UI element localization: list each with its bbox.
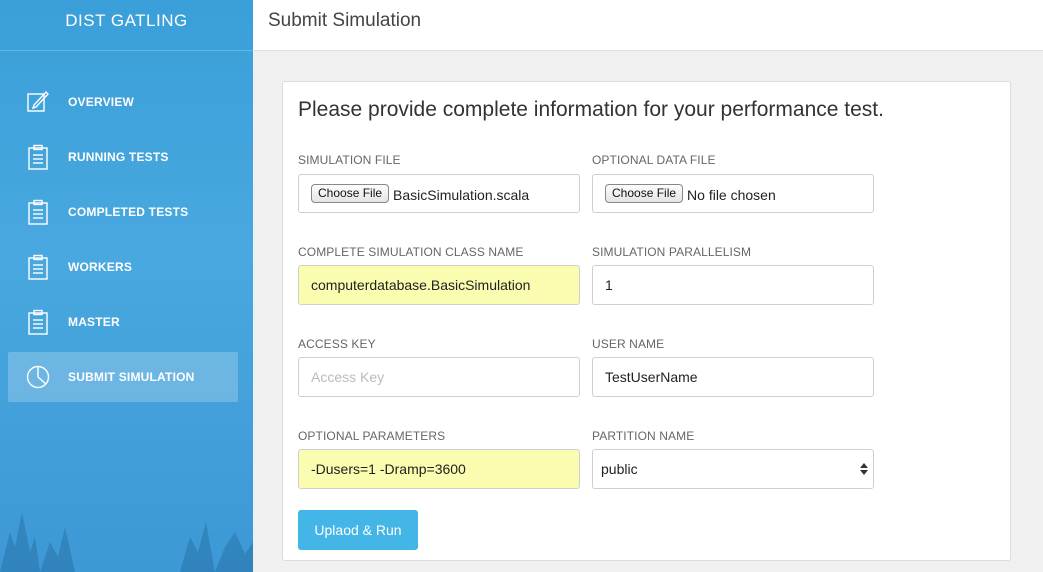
access-key-label: ACCESS KEY — [298, 337, 376, 351]
form-heading: Please provide complete information for … — [298, 98, 884, 121]
sidebar-item-label: SUBMIT SIMULATION — [68, 370, 195, 384]
simulation-file-label: SIMULATION FILE — [298, 153, 401, 167]
access-key-input[interactable]: Access Key — [298, 357, 580, 397]
sidebar-item-label: COMPLETED TESTS — [68, 205, 189, 219]
edit-icon — [27, 90, 49, 112]
clipboard-icon — [28, 199, 48, 225]
data-file-name: No file chosen — [687, 187, 776, 204]
class-name-input[interactable]: computerdatabase.BasicSimulation — [298, 265, 580, 305]
partition-selected-value: public — [601, 461, 638, 477]
partition-select[interactable]: public — [592, 449, 874, 489]
data-file-input[interactable]: Choose File No file chosen — [592, 174, 874, 213]
user-name-input[interactable]: TestUserName — [592, 357, 874, 397]
parameters-label: OPTIONAL PARAMETERS — [298, 429, 446, 443]
sidebar-item-label: RUNNING TESTS — [68, 150, 169, 164]
parallelism-label: SIMULATION PARALLELISM — [592, 245, 752, 259]
select-arrows-icon — [860, 463, 868, 475]
simulation-file-input[interactable]: Choose File BasicSimulation.scala — [298, 174, 580, 213]
top-bar: Submit Simulation — [253, 0, 1043, 51]
sidebar-item-label: MASTER — [68, 315, 120, 329]
sidebar-item-completed-tests[interactable]: COMPLETED TESTS — [8, 187, 238, 237]
sidebar-item-master[interactable]: MASTER — [8, 297, 238, 347]
simulation-file-name: BasicSimulation.scala — [393, 187, 530, 204]
choose-data-file-button[interactable]: Choose File — [605, 184, 684, 204]
submit-form-card: Please provide complete information for … — [282, 81, 1011, 561]
parallelism-input[interactable]: 1 — [592, 265, 874, 305]
parameters-input[interactable]: -Dusers=1 -Dramp=3600 — [298, 449, 580, 489]
clipboard-icon — [28, 309, 48, 335]
tree-silhouette-decoration — [0, 512, 253, 572]
clipboard-icon — [28, 144, 48, 170]
sidebar-item-submit-simulation[interactable]: SUBMIT SIMULATION — [8, 352, 238, 402]
sidebar-item-label: WORKERS — [68, 260, 133, 274]
sidebar-item-workers[interactable]: WORKERS — [8, 242, 238, 292]
class-name-label: COMPLETE SIMULATION CLASS NAME — [298, 245, 524, 259]
sidebar-item-label: OVERVIEW — [68, 95, 135, 109]
upload-run-button[interactable]: Uplaod & Run — [298, 510, 418, 550]
data-file-label: OPTIONAL DATA FILE — [592, 153, 716, 167]
partition-label: PARTITION NAME — [592, 429, 695, 443]
page-title: Submit Simulation — [268, 10, 422, 31]
sidebar-item-running-tests[interactable]: RUNNING TESTS — [8, 132, 238, 182]
pie-chart-icon — [26, 365, 50, 389]
app-title: DIST GATLING — [0, 0, 253, 51]
clipboard-icon — [28, 254, 48, 280]
choose-simulation-file-button[interactable]: Choose File — [311, 184, 390, 204]
user-name-label: USER NAME — [592, 337, 665, 351]
sidebar-item-overview[interactable]: OVERVIEW — [8, 77, 238, 127]
sidebar: DIST GATLING OVERVIEW RUNNING TESTS COMP… — [0, 0, 253, 572]
